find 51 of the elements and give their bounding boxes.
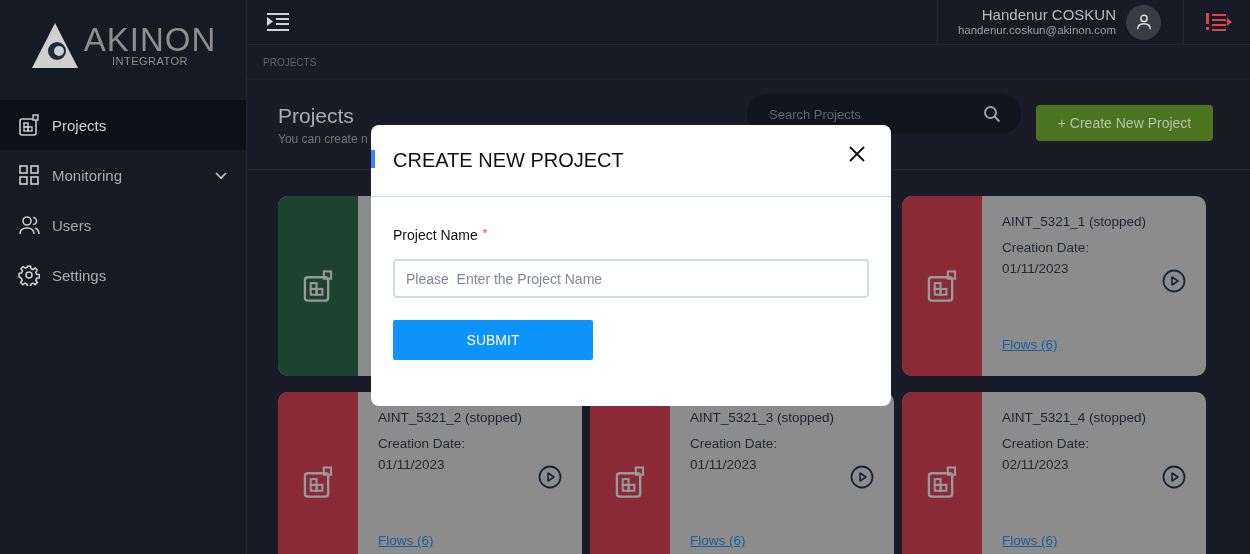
play-icon[interactable] bbox=[1162, 269, 1186, 293]
sidebar-item[interactable]: Projects bbox=[0, 100, 246, 150]
field-label: Project Name bbox=[393, 227, 478, 243]
input-field[interactable]: Please Enter the Project Name bbox=[393, 259, 869, 298]
projects-icon bbox=[926, 270, 958, 302]
settings-icon bbox=[18, 264, 40, 286]
user-email: handenur.coskun@akinon.com bbox=[957, 23, 1116, 37]
user-name: Handenur COSKUN bbox=[981, 7, 1116, 24]
required-mark: * bbox=[482, 227, 488, 239]
creation-date: 01/11/2023 bbox=[378, 456, 445, 474]
list-icon[interactable] bbox=[1206, 13, 1232, 31]
sidebar-item[interactable]: Settings bbox=[0, 250, 246, 300]
projects-icon bbox=[18, 114, 40, 136]
project-name: AINT_5321_1 (stopped) bbox=[1002, 214, 1147, 229]
date-label: Creation Date: bbox=[378, 435, 466, 453]
users-icon bbox=[18, 214, 40, 236]
projects-icon bbox=[302, 466, 334, 498]
search-icon bbox=[983, 105, 1001, 123]
play-icon[interactable] bbox=[850, 465, 874, 489]
creation-date: 02/11/2023 bbox=[1002, 456, 1069, 474]
project-card[interactable]: AINT_5321_1 (stopped) Creation Date: 01/11/2023 Flows (6) bbox=[902, 196, 1206, 376]
create-project-button[interactable]: + Create New Project bbox=[1036, 105, 1213, 141]
play-icon[interactable] bbox=[538, 465, 562, 489]
submit-button[interactable]: SUBMIT bbox=[393, 320, 593, 360]
page-subtitle: You can create n bbox=[278, 132, 369, 146]
close-icon[interactable] bbox=[849, 145, 865, 162]
date-label: Creation Date: bbox=[690, 435, 778, 453]
user-icon bbox=[1134, 13, 1153, 31]
avatar[interactable] bbox=[1126, 4, 1161, 40]
logo-text: AKINON bbox=[83, 23, 217, 56]
projects-icon bbox=[614, 466, 646, 498]
grid-icon bbox=[18, 164, 40, 186]
menu-collapse-icon[interactable] bbox=[267, 13, 289, 31]
projects-icon bbox=[302, 270, 334, 302]
logo-subtitle: INTEGRATOR bbox=[111, 56, 189, 67]
sidebar-item[interactable]: Monitoring bbox=[0, 150, 246, 200]
project-name: AINT_5321_4 (stopped) bbox=[1002, 410, 1147, 425]
project-card[interactable]: AINT_5321_4 (stopped) Creation Date: 02/11/2023 Flows (6) bbox=[902, 392, 1206, 554]
date-label: Creation Date: bbox=[1002, 435, 1090, 453]
dialog-title: CREATE NEW PROJECT bbox=[393, 149, 625, 172]
project-name: AINT_5321_2 (stopped) bbox=[378, 410, 523, 425]
project-name: AINT_5321_3 (stopped) bbox=[690, 410, 835, 425]
date-label: Creation Date: bbox=[1002, 239, 1090, 257]
sidebar-item[interactable]: Users bbox=[0, 200, 246, 250]
play-icon[interactable] bbox=[1162, 465, 1186, 489]
breadcrumb[interactable]: PROJECTS bbox=[263, 56, 317, 68]
project-card[interactable]: AINT_5321_2 (stopped) Creation Date: 01/11/2023 Flows (6) bbox=[278, 392, 582, 554]
creation-date: 01/11/2023 bbox=[1002, 260, 1069, 278]
page-title: Projects bbox=[278, 104, 355, 128]
creation-date: 01/11/2023 bbox=[690, 456, 757, 474]
projects-icon bbox=[926, 466, 958, 498]
